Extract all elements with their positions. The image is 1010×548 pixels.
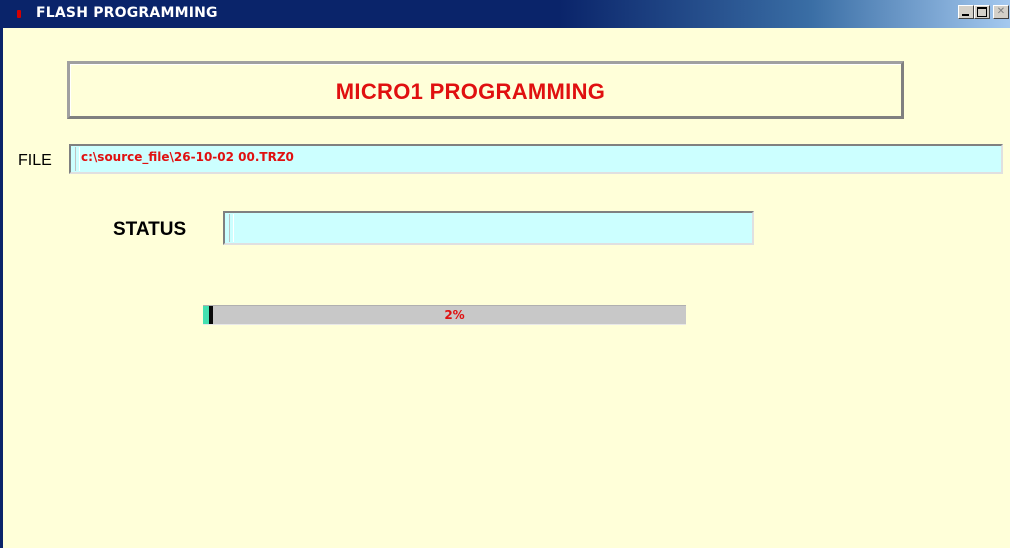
progress-bar: 2% <box>203 305 686 325</box>
status-field-bevel <box>229 214 234 242</box>
title-bar[interactable]: FLASH PROGRAMMING ✕ <box>3 0 1010 28</box>
app-icon[interactable] <box>17 10 21 18</box>
file-path-field[interactable]: c:\source_file\26-10-02 00.TRZ0 <box>69 144 1003 174</box>
file-field-bevel <box>75 147 80 171</box>
flash-programming-window: FLASH PROGRAMMING ✕ MICRO1 PROGRAMMING F… <box>0 0 1010 548</box>
maximize-icon[interactable] <box>974 5 990 19</box>
window-title: FLASH PROGRAMMING <box>36 5 218 21</box>
status-label: STATUS <box>113 219 187 240</box>
page-title: MICRO1 PROGRAMMING <box>335 79 606 104</box>
close-icon[interactable]: ✕ <box>993 5 1009 19</box>
file-label: FILE <box>18 152 52 169</box>
header-panel: MICRO1 PROGRAMMING <box>67 61 904 119</box>
status-field[interactable] <box>223 211 754 245</box>
file-path-value: c:\source_file\26-10-02 00.TRZ0 <box>81 150 294 164</box>
progress-percent: 2% <box>444 308 465 322</box>
minimize-icon[interactable] <box>958 5 974 19</box>
